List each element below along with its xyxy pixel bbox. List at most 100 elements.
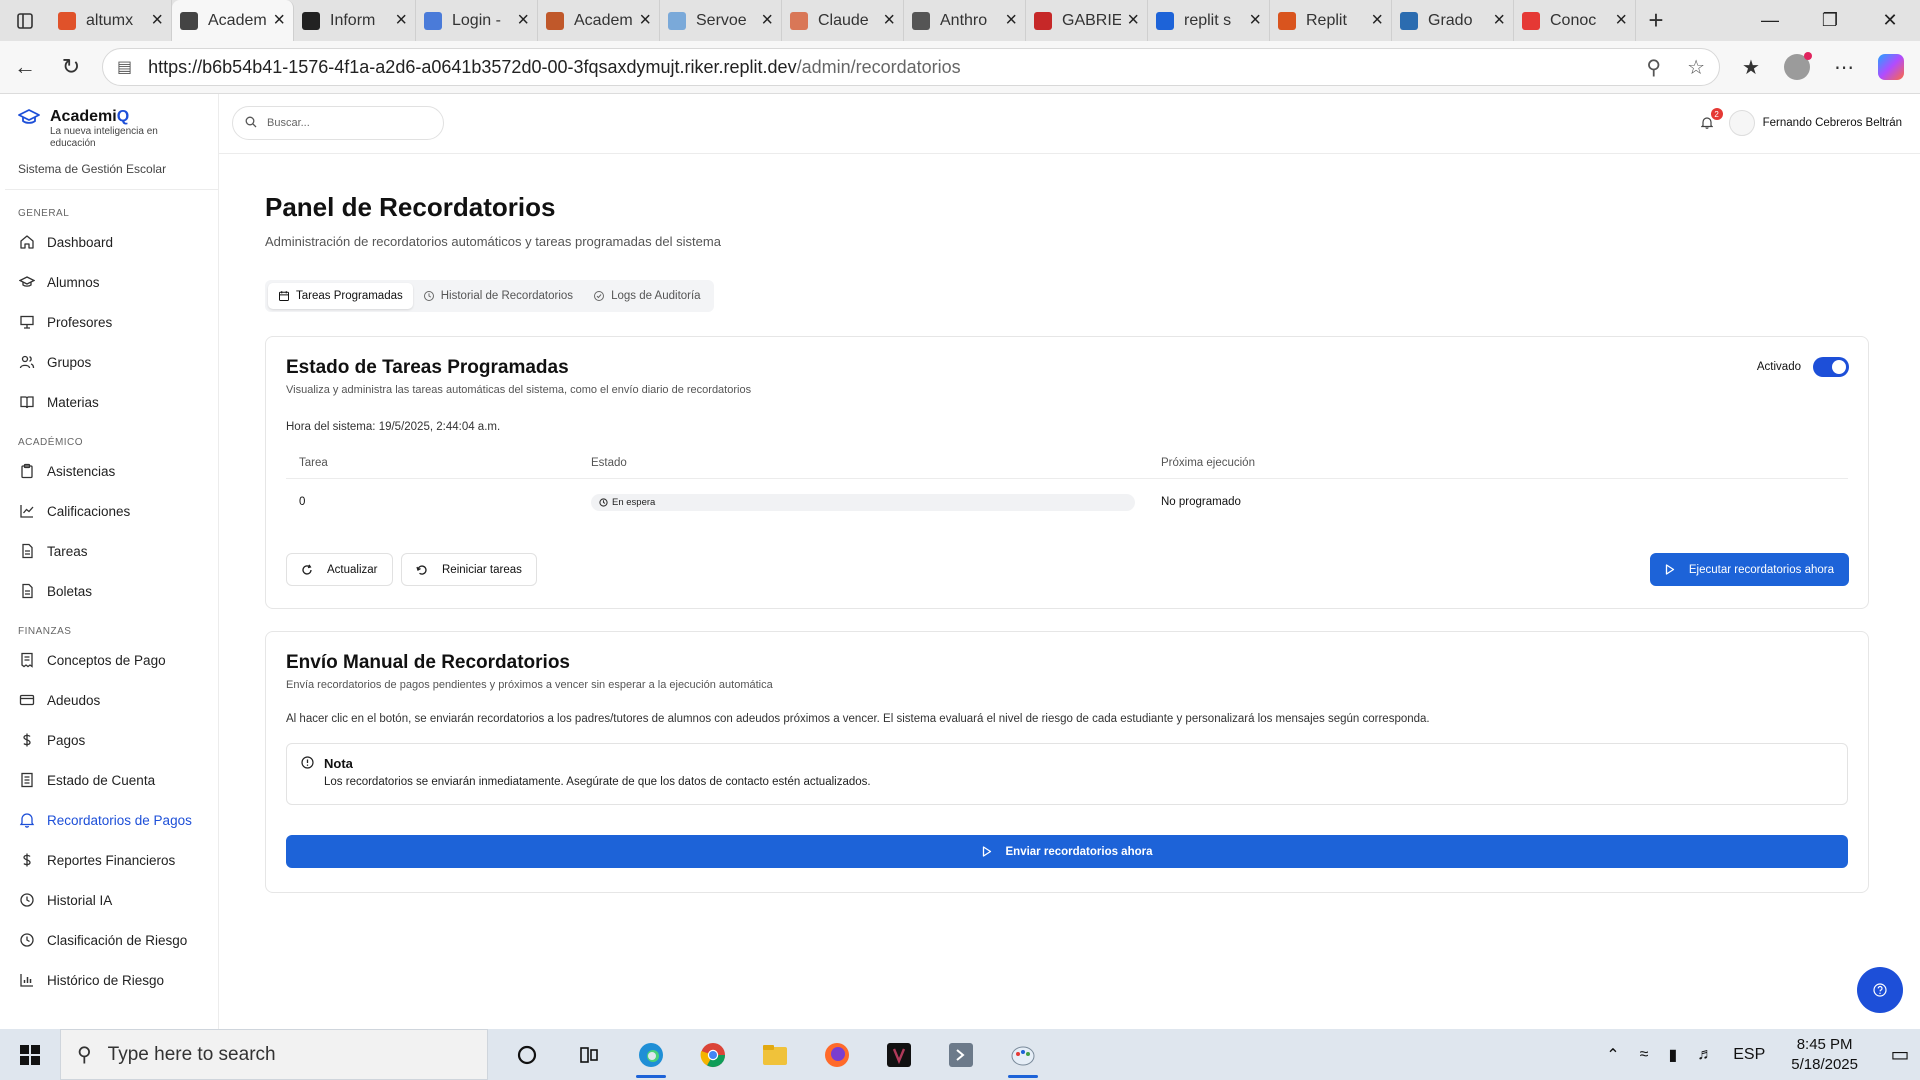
clock[interactable]: 8:45 PM 5/18/2025 (1791, 1035, 1858, 1075)
sidebar-item[interactable]: Dashboard (5, 222, 218, 262)
notification-center-icon[interactable]: ▭ (1880, 1042, 1920, 1067)
tab-title: Claude (818, 11, 869, 29)
tab-favicon-icon (546, 11, 564, 30)
sidebar-item[interactable]: Boletas (5, 571, 218, 611)
tab-reminder-history[interactable]: Historial de Recordatorios (413, 283, 583, 309)
url-field[interactable]: ▤ https://b6b54b41-1576-4f1a-a2d6-a0641b… (102, 48, 1720, 86)
browser-tab[interactable]: Inform × (294, 0, 416, 41)
edge-taskbar-icon[interactable] (620, 1029, 682, 1080)
close-tab-icon[interactable]: × (1249, 9, 1261, 32)
close-tab-icon[interactable]: × (1371, 9, 1383, 32)
close-tab-icon[interactable]: × (395, 9, 407, 32)
task-view-icon[interactable] (558, 1029, 620, 1080)
close-tab-icon[interactable]: × (1615, 9, 1627, 32)
close-tab-icon[interactable]: × (1127, 9, 1139, 32)
browser-tab[interactable]: Claude × (782, 0, 904, 41)
sidebar-item[interactable]: Pagos (5, 720, 218, 760)
terminal-taskbar-icon[interactable] (930, 1029, 992, 1080)
chrome-taskbar-icon[interactable] (682, 1029, 744, 1080)
scheduler-toggle[interactable] (1813, 357, 1849, 377)
close-window-button[interactable]: ✕ (1860, 0, 1920, 41)
close-tab-icon[interactable]: × (1005, 9, 1017, 32)
battery-icon[interactable]: ▮ (1668, 1045, 1677, 1065)
browser-tab[interactable]: Academ × (172, 0, 294, 41)
browser-tab[interactable]: replit s × (1148, 0, 1270, 41)
back-button[interactable]: ← (2, 44, 48, 90)
browser-tab[interactable]: Anthro × (904, 0, 1026, 41)
browser-tab[interactable]: Conoc × (1514, 0, 1636, 41)
wifi-icon[interactable]: ≈ (1640, 1046, 1649, 1064)
search-input[interactable] (267, 117, 427, 129)
tab-actions-button[interactable] (0, 0, 50, 41)
graduation-cap-icon (19, 274, 35, 290)
copilot-icon[interactable] (1877, 54, 1904, 80)
start-button[interactable] (0, 1029, 60, 1080)
sidebar-item[interactable]: Conceptos de Pago (5, 640, 218, 680)
browser-tab[interactable]: Academ × (538, 0, 660, 41)
browser-tab[interactable]: altumx × (50, 0, 172, 41)
cortana-icon[interactable] (496, 1029, 558, 1080)
help-button[interactable] (1857, 967, 1903, 1013)
sidebar-item[interactable]: Adeudos (5, 680, 218, 720)
sidebar-item[interactable]: Recordatorios de Pagos (5, 800, 218, 840)
browser-tab[interactable]: Servoe × (660, 0, 782, 41)
refresh-tasks-button[interactable]: Actualizar (286, 553, 393, 586)
run-reminders-now-button[interactable]: Ejecutar recordatorios ahora (1649, 553, 1849, 586)
app-taskbar-icon[interactable] (868, 1029, 930, 1080)
search-box[interactable] (232, 106, 444, 140)
close-tab-icon[interactable]: × (883, 9, 895, 32)
browser-tab[interactable]: Login - × (416, 0, 538, 41)
tab-actions-icon (17, 12, 33, 29)
sidebar-item[interactable]: Asistencias (5, 451, 218, 491)
paint-taskbar-icon[interactable] (992, 1029, 1054, 1080)
site-info-icon[interactable]: ▤ (117, 57, 132, 77)
sidebar-item[interactable]: Materias (5, 382, 218, 422)
close-tab-icon[interactable]: × (273, 9, 285, 32)
firefox-taskbar-icon[interactable] (806, 1029, 868, 1080)
close-tab-icon[interactable]: × (761, 9, 773, 32)
refresh-button[interactable]: ↻ (48, 44, 94, 90)
sidebar-item[interactable]: Alumnos (5, 262, 218, 302)
language-indicator[interactable]: ESP (1733, 1046, 1765, 1064)
restore-button[interactable]: ❐ (1800, 0, 1860, 41)
sidebar-item-label: Calificaciones (47, 503, 131, 519)
user-name[interactable]: Fernando Cebreros Beltrán (1763, 117, 1902, 129)
close-tab-icon[interactable]: × (517, 9, 529, 32)
info-text: Al hacer clic en el botón, se enviarán r… (286, 713, 1430, 725)
browser-tab[interactable]: Replit × (1270, 0, 1392, 41)
sidebar-item[interactable]: Estado de Cuenta (5, 760, 218, 800)
address-bar-row: ← ↻ ▤ https://b6b54b41-1576-4f1a-a2d6-a0… (0, 41, 1920, 94)
minimize-button[interactable]: — (1740, 0, 1800, 41)
close-tab-icon[interactable]: × (1493, 9, 1505, 32)
close-tab-icon[interactable]: × (151, 9, 163, 32)
file-explorer-taskbar-icon[interactable] (744, 1029, 806, 1080)
sidebar-item[interactable]: Reportes Financieros (5, 840, 218, 880)
sidebar-item[interactable]: Tareas (5, 531, 218, 571)
chevron-up-icon[interactable]: ⌃ (1606, 1045, 1619, 1065)
favorites-icon[interactable]: ★ (1742, 55, 1760, 80)
volume-icon[interactable]: ♬ (1697, 1046, 1713, 1064)
favorite-star-icon[interactable]: ☆ (1687, 55, 1705, 80)
user-avatar[interactable] (1728, 110, 1755, 136)
sidebar-item[interactable]: Calificaciones (5, 491, 218, 531)
sidebar-item[interactable]: Clasificación de Riesgo (5, 920, 218, 960)
taskbar-search[interactable]: ⚲ Type here to search (60, 1029, 488, 1080)
sidebar-item[interactable]: Histórico de Riesgo (5, 960, 218, 1000)
restart-tasks-button[interactable]: Reiniciar tareas (401, 553, 537, 586)
browser-tab[interactable]: GABRIE × (1026, 0, 1148, 41)
tab-scheduled-tasks[interactable]: Tareas Programadas (268, 283, 413, 309)
sidebar-item[interactable]: Profesores (5, 302, 218, 342)
browser-tab[interactable]: Grado × (1392, 0, 1514, 41)
more-menu-icon[interactable]: ⋯ (1834, 55, 1854, 80)
profile-avatar[interactable] (1783, 52, 1812, 80)
tab-audit-logs[interactable]: Logs de Auditoría (583, 283, 711, 309)
sidebar-item[interactable]: Historial IA (5, 880, 218, 920)
send-reminders-now-button[interactable]: Enviar recordatorios ahora (286, 835, 1848, 868)
url-host: https://b6b54b41-1576-4f1a-a2d6-a0641b35… (148, 56, 797, 77)
sidebar-item[interactable]: Grupos (5, 342, 218, 382)
new-tab-button[interactable]: + (1636, 5, 1676, 36)
brand[interactable]: AcademiQ La nueva inteligencia en educac… (5, 94, 218, 150)
zoom-icon[interactable]: ⚲ (1646, 55, 1661, 80)
notifications-button[interactable]: 2 (1700, 108, 1723, 130)
close-tab-icon[interactable]: × (639, 9, 651, 32)
